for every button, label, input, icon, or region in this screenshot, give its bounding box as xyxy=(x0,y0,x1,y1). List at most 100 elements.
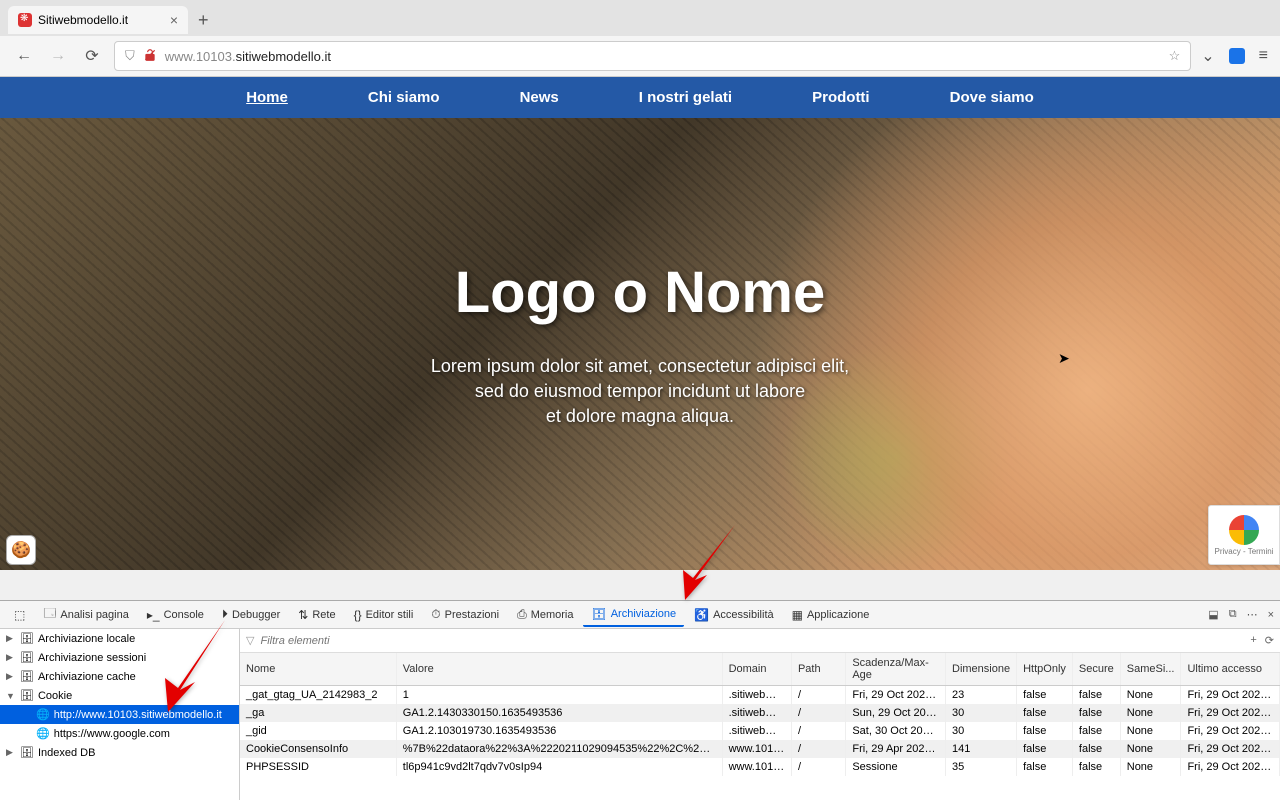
tab-applicazione[interactable]: ▦Applicazione xyxy=(784,604,878,626)
db-icon: 🗄 xyxy=(20,632,34,645)
cell: CookieConsensoInfo xyxy=(240,740,396,758)
db-icon: 🗄 xyxy=(20,746,34,759)
back-button[interactable]: ← xyxy=(12,44,36,68)
extension-icon[interactable] xyxy=(1229,48,1245,64)
cell: false xyxy=(1072,740,1120,758)
filter-input[interactable] xyxy=(260,635,1244,647)
table-row[interactable]: _gat_gtag_UA_2142983_21.sitiwebmo.../Fri… xyxy=(240,686,1280,705)
cell: .sitiwebmo... xyxy=(722,686,791,705)
cell: Sun, 29 Oct 2023 ... xyxy=(846,704,946,722)
new-tab-button[interactable]: + xyxy=(198,10,209,31)
tree-label: Archiviazione locale xyxy=(38,633,135,645)
cell: false xyxy=(1017,686,1073,705)
table-row[interactable]: _gidGA1.2.103019730.1635493536.sitiwebmo… xyxy=(240,722,1280,740)
cell: false xyxy=(1072,758,1120,776)
column-header[interactable]: SameSi... xyxy=(1120,653,1181,686)
globe-icon: 🌐 xyxy=(36,727,50,740)
tree-label: Archiviazione cache xyxy=(38,671,136,683)
nav-news[interactable]: News xyxy=(520,89,559,106)
bookmark-icon[interactable]: ☆ xyxy=(1169,48,1181,64)
tab-memoria[interactable]: ⎙Memoria xyxy=(509,603,581,626)
cell: None xyxy=(1120,722,1181,740)
column-header[interactable]: Dimensione xyxy=(946,653,1017,686)
browser-tab[interactable]: Sitiwebmodello.it × xyxy=(8,6,188,34)
tree-label: https://www.google.com xyxy=(54,728,170,740)
cell: _ga xyxy=(240,704,396,722)
insecure-icon[interactable] xyxy=(143,48,157,65)
cell: None xyxy=(1120,704,1181,722)
cell: Sessione xyxy=(846,758,946,776)
db-icon: 🗄 xyxy=(20,651,34,664)
hero-subtitle: Lorem ipsum dolor sit amet, consectetur … xyxy=(431,354,849,430)
dock-popout-icon[interactable]: ⧉ xyxy=(1229,608,1237,621)
nav-chi-siamo[interactable]: Chi siamo xyxy=(368,89,440,106)
browser-chrome: Sitiwebmodello.it × + ← → ⟳ ⛉ www.10103.… xyxy=(0,0,1280,77)
tree-item[interactable]: 🌐 https://www.google.com xyxy=(0,724,239,743)
table-row[interactable]: PHPSESSIDtl6p941c9vd2lt7qdv7v0sIp94www.1… xyxy=(240,758,1280,776)
hero-title: Logo o Nome xyxy=(455,259,826,326)
cell: 23 xyxy=(946,686,1017,705)
nav-gelati[interactable]: I nostri gelati xyxy=(639,89,732,106)
cell: .sitiwebmo... xyxy=(722,722,791,740)
column-header[interactable]: HttpOnly xyxy=(1017,653,1073,686)
cookie-table[interactable]: NomeValoreDomainPathScadenza/Max-AgeDime… xyxy=(240,653,1280,800)
column-header[interactable]: Nome xyxy=(240,653,396,686)
column-header[interactable]: Secure xyxy=(1072,653,1120,686)
table-row[interactable]: CookieConsensoInfo%7B%22dataora%22%3A%22… xyxy=(240,740,1280,758)
tab-bar: Sitiwebmodello.it × + xyxy=(0,0,1280,36)
tab-prestazioni[interactable]: ⏱Prestazioni xyxy=(423,603,507,626)
filter-bar: ▽ + ⟳ xyxy=(240,629,1280,653)
add-button[interactable]: + xyxy=(1250,634,1256,647)
cell: _gid xyxy=(240,722,396,740)
tab-analisi-pagina[interactable]: 🗔Analisi pagina xyxy=(35,600,137,629)
tab-editor-stili[interactable]: {}Editor stili xyxy=(346,604,422,626)
favicon-icon xyxy=(18,13,32,27)
cell: false xyxy=(1017,740,1073,758)
cookie-badge[interactable]: 🍪 xyxy=(6,535,36,565)
cell: false xyxy=(1072,686,1120,705)
annotation-arrow-1 xyxy=(665,515,745,610)
pocket-icon[interactable]: ⌄ xyxy=(1201,46,1214,66)
tree-item[interactable]: ▶🗄Indexed DB xyxy=(0,743,239,762)
annotation-arrow-2 xyxy=(150,610,240,725)
cell: Fri, 29 Oct 2021 0... xyxy=(1181,758,1280,776)
cell: GA1.2.103019730.1635493536 xyxy=(396,722,722,740)
table-row[interactable]: _gaGA1.2.1430330150.1635493536.sitiwebmo… xyxy=(240,704,1280,722)
cell: www.10103... xyxy=(722,740,791,758)
tab-rete[interactable]: ⇅Rete xyxy=(290,604,343,626)
cell: 30 xyxy=(946,704,1017,722)
menu-icon[interactable]: ≡ xyxy=(1259,47,1268,65)
column-header[interactable]: Domain xyxy=(722,653,791,686)
filter-icon: ▽ xyxy=(246,634,254,647)
column-header[interactable]: Scadenza/Max-Age xyxy=(846,653,946,686)
reload-button[interactable]: ⟳ xyxy=(80,44,104,68)
refresh-button[interactable]: ⟳ xyxy=(1265,634,1274,647)
more-icon[interactable]: ⋯ xyxy=(1247,608,1258,621)
cell: / xyxy=(791,722,845,740)
cell: Fri, 29 Oct 2021 0... xyxy=(846,686,946,705)
shield-icon[interactable]: ⛉ xyxy=(125,48,135,64)
cell: / xyxy=(791,758,845,776)
column-header[interactable]: Path xyxy=(791,653,845,686)
cell: GA1.2.1430330150.1635493536 xyxy=(396,704,722,722)
url-bar[interactable]: ⛉ www.10103.sitiwebmodello.it ☆ xyxy=(114,41,1191,71)
column-header[interactable]: Valore xyxy=(396,653,722,686)
nav-dove-siamo[interactable]: Dove siamo xyxy=(950,89,1034,106)
close-icon[interactable]: × xyxy=(170,12,178,28)
forward-button[interactable]: → xyxy=(46,44,70,68)
cell: Fri, 29 Oct 2021 0... xyxy=(1181,686,1280,705)
page-content: Home Chi siamo News I nostri gelati Prod… xyxy=(0,77,1280,571)
dock-side-icon[interactable]: ⬓ xyxy=(1208,608,1218,621)
dt-inspector-icon[interactable]: ⬚ xyxy=(6,604,33,626)
close-devtools-icon[interactable]: × xyxy=(1268,609,1274,621)
nav-home[interactable]: Home xyxy=(246,89,288,106)
tree-label: Archiviazione sessioni xyxy=(38,652,146,664)
column-header[interactable]: Ultimo accesso xyxy=(1181,653,1280,686)
db-icon: 🗄 xyxy=(20,670,34,683)
storage-main: ▽ + ⟳ NomeValoreDomainPathScadenza/Max-A… xyxy=(240,629,1280,800)
nav-prodotti[interactable]: Prodotti xyxy=(812,89,870,106)
db-icon: 🗄 xyxy=(20,689,34,702)
cell: PHPSESSID xyxy=(240,758,396,776)
recaptcha-badge[interactable]: Privacy - Termini xyxy=(1208,505,1280,565)
cell: false xyxy=(1072,704,1120,722)
